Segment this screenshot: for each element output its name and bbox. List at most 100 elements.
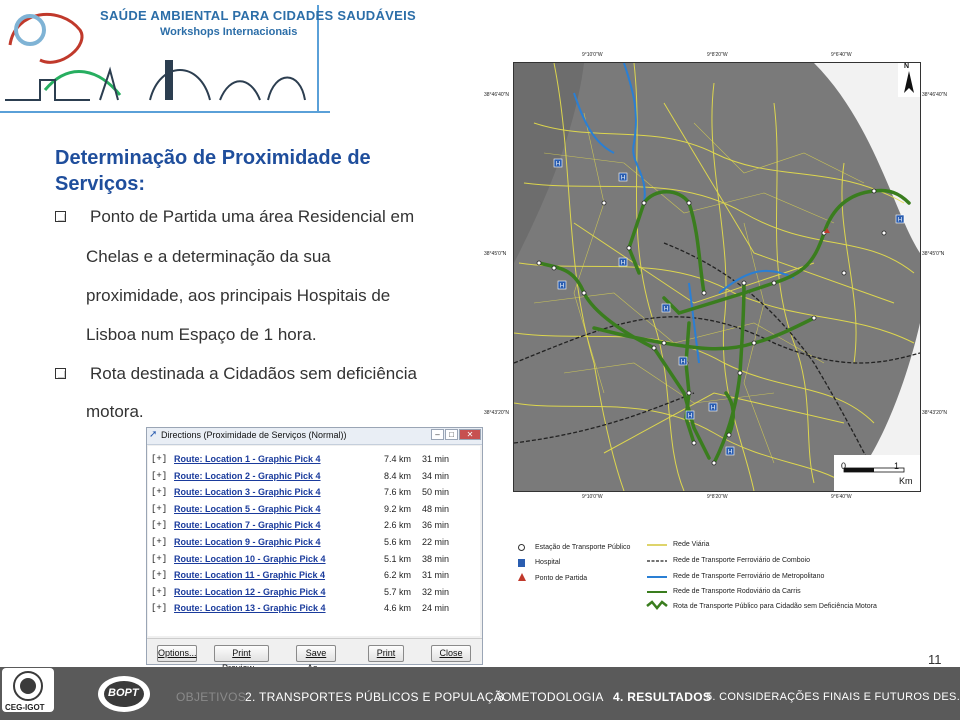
route-distance: 5.1 km — [384, 554, 412, 564]
legend-metro: Rede de Transporte Ferroviário de Metrop… — [673, 573, 825, 580]
route-link[interactable]: Route: Location 3 - Graphic Pick 4 — [174, 487, 321, 497]
route-distance: 2.6 km — [384, 520, 412, 530]
network-map: H H H H H H H H H H — [513, 62, 921, 492]
route-distance: 9.2 km — [384, 504, 412, 514]
route-time: 34 min — [422, 471, 450, 481]
expand-toggle[interactable]: [+] — [151, 454, 167, 464]
print-button[interactable]: Print — [368, 645, 404, 662]
expand-toggle[interactable]: [+] — [151, 603, 167, 613]
expand-toggle[interactable]: [+] — [151, 471, 167, 481]
route-time: 22 min — [422, 537, 450, 547]
hospital-letter: H — [681, 360, 685, 366]
options-button[interactable]: Options... — [157, 645, 197, 662]
bullet-2-line-2: motora. — [86, 402, 144, 421]
map-canvas: H H H H H H H H H H — [514, 63, 920, 491]
list-item[interactable]: [+] Route: Location 12 - Graphic Pick 4 5.… — [148, 585, 478, 601]
nav-transportes[interactable]: 2. TRANSPORTES PÚBLICOS E POPULAÇÃO — [245, 690, 512, 704]
checkbox-bullet-icon — [55, 211, 66, 222]
expand-toggle[interactable]: [+] — [151, 587, 167, 597]
divider — [147, 638, 482, 639]
route-link[interactable]: Route: Location 12 - Graphic Pick 4 — [174, 587, 326, 597]
route-time: 38 min — [422, 554, 450, 564]
route-link[interactable]: Route: Location 7 - Graphic Pick 4 — [174, 520, 321, 530]
minimize-button[interactable]: – — [431, 429, 444, 440]
expand-toggle[interactable]: [+] — [151, 554, 167, 564]
list-item[interactable]: [+] Route: Location 11 - Graphic Pick 4 6.… — [148, 568, 478, 584]
nav-consideracoes[interactable]: 5. CONSIDERAÇÕES FINAIS E FUTUROS DES. — [706, 691, 960, 703]
close-window-button[interactable]: ✕ — [459, 429, 481, 440]
station-legend-icon — [518, 544, 525, 551]
print-preview-button[interactable]: Print Preview... — [214, 645, 269, 673]
expand-toggle[interactable]: [+] — [151, 570, 167, 580]
legend-bus: Rede de Transporte Rodoviário da Carris — [673, 588, 801, 595]
legend-road: Rede Viária — [673, 541, 710, 548]
north-label: N — [904, 63, 910, 70]
map-coord-top-1: 9°10'0"W — [582, 52, 603, 58]
scale-zero: 0 — [841, 461, 847, 471]
map-coord-left-3: 38°43'20"N — [484, 410, 510, 416]
route-list: [+] Route: Location 1 - Graphic Pick 4 7.4… — [148, 446, 480, 636]
slide-heading: Determinação de Proximidade de Serviços: — [55, 147, 371, 195]
hospital-letter: H — [728, 450, 732, 456]
list-item[interactable]: [+] Route: Location 5 - Graphic Pick 4 9.2… — [148, 502, 478, 518]
bopt-label: BOPT — [108, 687, 139, 699]
bullet-1-line-3: proximidade, aos principais Hospitais de — [86, 286, 391, 305]
ceg-igot-label: CEG-IGOT — [5, 703, 45, 712]
map-coord-left-1: 38°46'40"N — [484, 92, 510, 98]
route-link[interactable]: Route: Location 13 - Graphic Pick 4 — [174, 603, 326, 613]
legend-rail: Rede de Transporte Ferroviário de Comboi… — [673, 557, 810, 564]
list-item[interactable]: [+] Route: Location 9 - Graphic Pick 4 5.6… — [148, 535, 478, 551]
window-titlebar[interactable]: ➚ Directions (Proximidade de Serviços (N… — [147, 428, 482, 445]
list-item[interactable]: [+] Route: Location 3 - Graphic Pick 4 7.6… — [148, 485, 478, 501]
map-coord-top-2: 9°8'20"W — [707, 52, 728, 58]
route-time: 31 min — [422, 570, 450, 580]
hospital-letter: H — [621, 261, 625, 267]
close-button[interactable]: Close — [431, 645, 471, 662]
expand-toggle[interactable]: [+] — [151, 537, 167, 547]
expand-toggle[interactable]: [+] — [151, 487, 167, 497]
route-distance: 8.4 km — [384, 471, 412, 481]
list-item[interactable]: [+] Route: Location 7 - Graphic Pick 4 2.6… — [148, 518, 478, 534]
nav-objetivos[interactable]: OBJETIVOS — [176, 690, 246, 704]
bullet-1-line-4: Lisboa num Espaço de 1 hora. — [86, 325, 317, 344]
list-item[interactable]: [+] Route: Location 13 - Graphic Pick 4 4.… — [148, 601, 478, 617]
expand-toggle[interactable]: [+] — [151, 520, 167, 530]
nav-resultados[interactable]: 4. RESULTADOS — [613, 690, 711, 704]
route-link[interactable]: Route: Location 2 - Graphic Pick 4 — [174, 471, 321, 481]
hospital-letter: H — [621, 176, 625, 182]
map-coord-right-1: 38°46'40"N — [922, 92, 948, 98]
maximize-button[interactable]: □ — [445, 429, 458, 440]
page-number: 11 — [928, 652, 942, 667]
map-coord-left-2: 38°45'0"N — [484, 251, 507, 257]
hospital-letter: H — [664, 307, 668, 313]
route-link[interactable]: Route: Location 10 - Graphic Pick 4 — [174, 554, 326, 564]
hospital-letter: H — [898, 218, 902, 224]
route-time: 50 min — [422, 487, 450, 497]
route-distance: 6.2 km — [384, 570, 412, 580]
scale-unit: Km — [899, 476, 913, 486]
list-item[interactable]: [+] Route: Location 1 - Graphic Pick 4 7.4… — [148, 452, 478, 468]
expand-toggle[interactable]: [+] — [151, 504, 167, 514]
nav-metodologia[interactable]: 3. METODOLOGIA — [497, 690, 604, 704]
bullet-1-line-1: Ponto de Partida uma área Residencial em — [90, 207, 415, 226]
legend-hospital: Hospital — [535, 559, 561, 566]
hospital-letter: H — [556, 162, 560, 168]
ceg-igot-logo: CEG-IGOT — [2, 668, 54, 712]
route-time: 32 min — [422, 587, 450, 597]
route-link[interactable]: Route: Location 9 - Graphic Pick 4 — [174, 537, 321, 547]
bullet-2-line-1: Rota destinada a Cidadãos sem deficiênci… — [90, 364, 417, 383]
save-as-button[interactable]: Save As... — [296, 645, 336, 673]
list-item[interactable]: [+] Route: Location 2 - Graphic Pick 4 8.4… — [148, 469, 478, 485]
bopt-logo: BOPT — [95, 672, 153, 716]
route-distance: 7.4 km — [384, 454, 412, 464]
route-link[interactable]: Route: Location 11 - Graphic Pick 4 — [174, 570, 325, 580]
bullet-1-line-2: Chelas e a determinação da sua — [86, 247, 331, 266]
banner-subtitle: Workshops Internacionais — [160, 26, 298, 38]
map-coord-right-3: 38°43'20"N — [922, 410, 948, 416]
hospital-legend-icon — [518, 559, 525, 567]
route-link[interactable]: Route: Location 1 - Graphic Pick 4 — [174, 454, 321, 464]
route-time: 31 min — [422, 454, 450, 464]
hospital-letter: H — [688, 414, 692, 420]
list-item[interactable]: [+] Route: Location 10 - Graphic Pick 4 5.… — [148, 552, 478, 568]
route-link[interactable]: Route: Location 5 - Graphic Pick 4 — [174, 504, 321, 514]
